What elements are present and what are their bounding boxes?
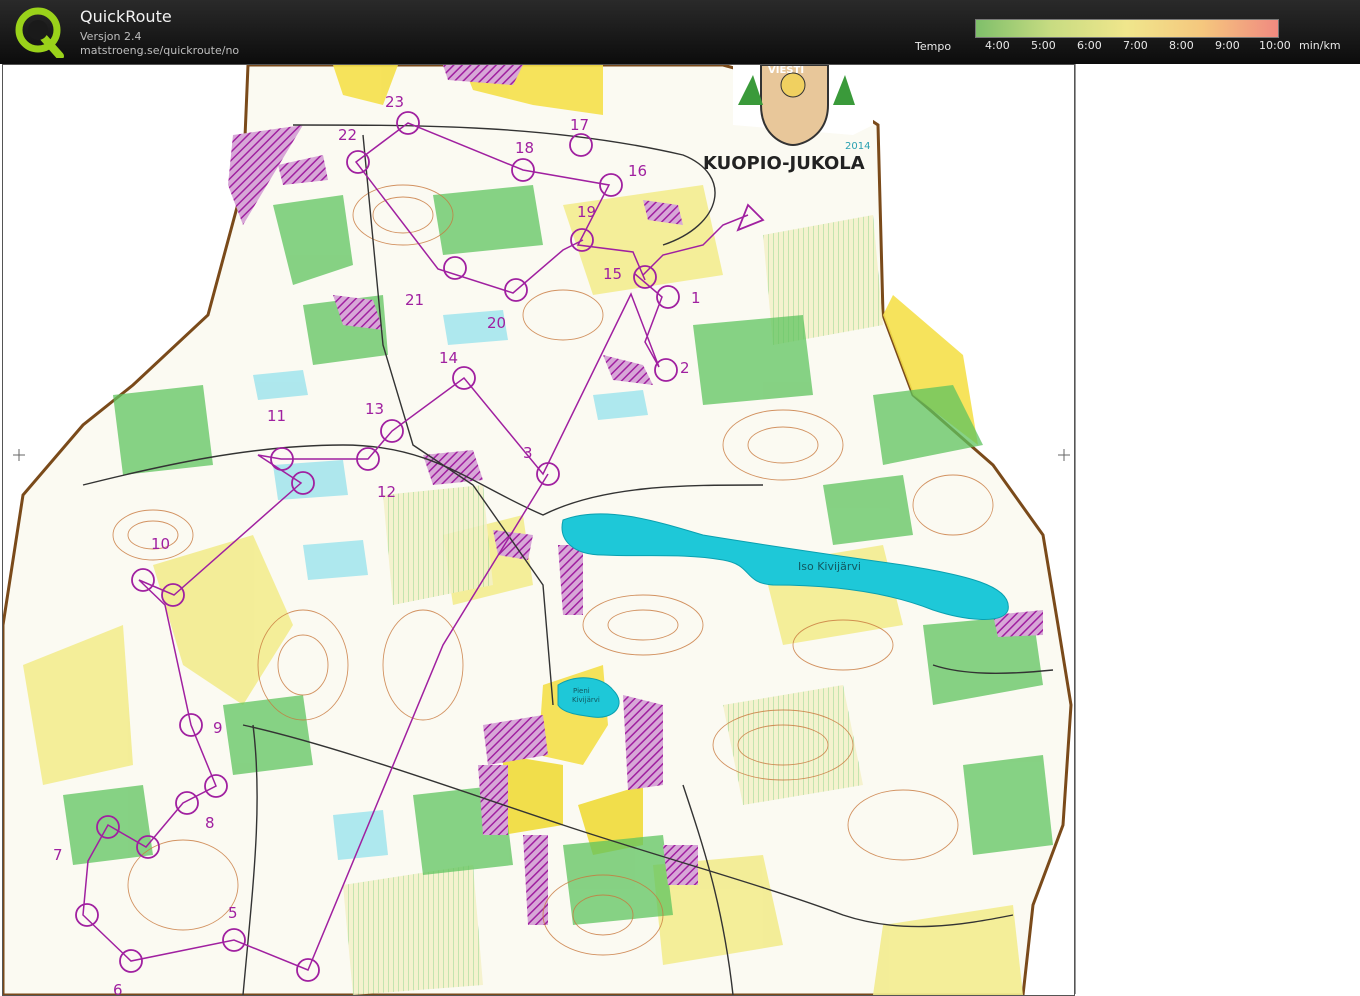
small-lake-label: Pieni [573, 687, 590, 695]
control-label: 5 [228, 904, 238, 922]
control-label: 23 [385, 93, 404, 111]
map-canvas[interactable]: Iso Kivijärvi Pieni Kivijärvi 1 2 3 5 6 … [2, 64, 1075, 996]
control-label: 9 [213, 719, 223, 737]
control-label: 6 [113, 981, 123, 995]
control-label: 7 [53, 846, 63, 864]
tempo-color-scale [975, 19, 1279, 38]
tempo-label: Tempo [915, 40, 952, 53]
tempo-tick: 4:00 [985, 39, 1010, 52]
control-label: 8 [205, 814, 215, 832]
tempo-tick: 6:00 [1077, 39, 1102, 52]
control-label: 10 [151, 535, 170, 553]
control-label: 15 [603, 265, 622, 283]
control-label: 12 [377, 483, 396, 501]
small-lake-label: Kivijärvi [572, 696, 600, 704]
control-label: 21 [405, 291, 424, 309]
tempo-tick: 7:00 [1123, 39, 1148, 52]
control-label: 3 [523, 444, 533, 462]
control-label: 18 [515, 139, 534, 157]
tempo-tick: 9:00 [1215, 39, 1240, 52]
app-header: QuickRoute Versjon 2.4 matstroeng.se/qui… [0, 0, 1360, 64]
control-label: 11 [267, 407, 286, 425]
logo-banner: VIESTI [768, 65, 804, 76]
orienteering-map[interactable]: Iso Kivijärvi Pieni Kivijärvi 1 2 3 5 6 … [3, 65, 1074, 995]
app-version: Versjon 2.4 [80, 30, 142, 43]
control-label: 1 [691, 289, 701, 307]
control-label: 2 [680, 359, 690, 377]
control-label: 20 [487, 314, 506, 332]
control-label: 19 [577, 203, 596, 221]
control-label: 14 [439, 349, 458, 367]
side-panel [1075, 64, 1359, 994]
app-title: QuickRoute [80, 7, 172, 26]
quickroute-logo-icon [15, 7, 64, 58]
logo-text: KUOPIO-JUKOLA [703, 153, 865, 174]
control-label: 13 [365, 400, 384, 418]
tempo-tick: 10:00 [1259, 39, 1291, 52]
tempo-tick: 5:00 [1031, 39, 1056, 52]
app-url[interactable]: matstroeng.se/quickroute/no [80, 44, 239, 57]
tempo-unit: min/km [1299, 39, 1341, 52]
lake-label: Iso Kivijärvi [798, 560, 861, 573]
control-label: 16 [628, 162, 647, 180]
control-label: 17 [570, 116, 589, 134]
tempo-tick: 8:00 [1169, 39, 1194, 52]
control-label: 22 [338, 126, 357, 144]
logo-year: 2014 [845, 141, 870, 152]
